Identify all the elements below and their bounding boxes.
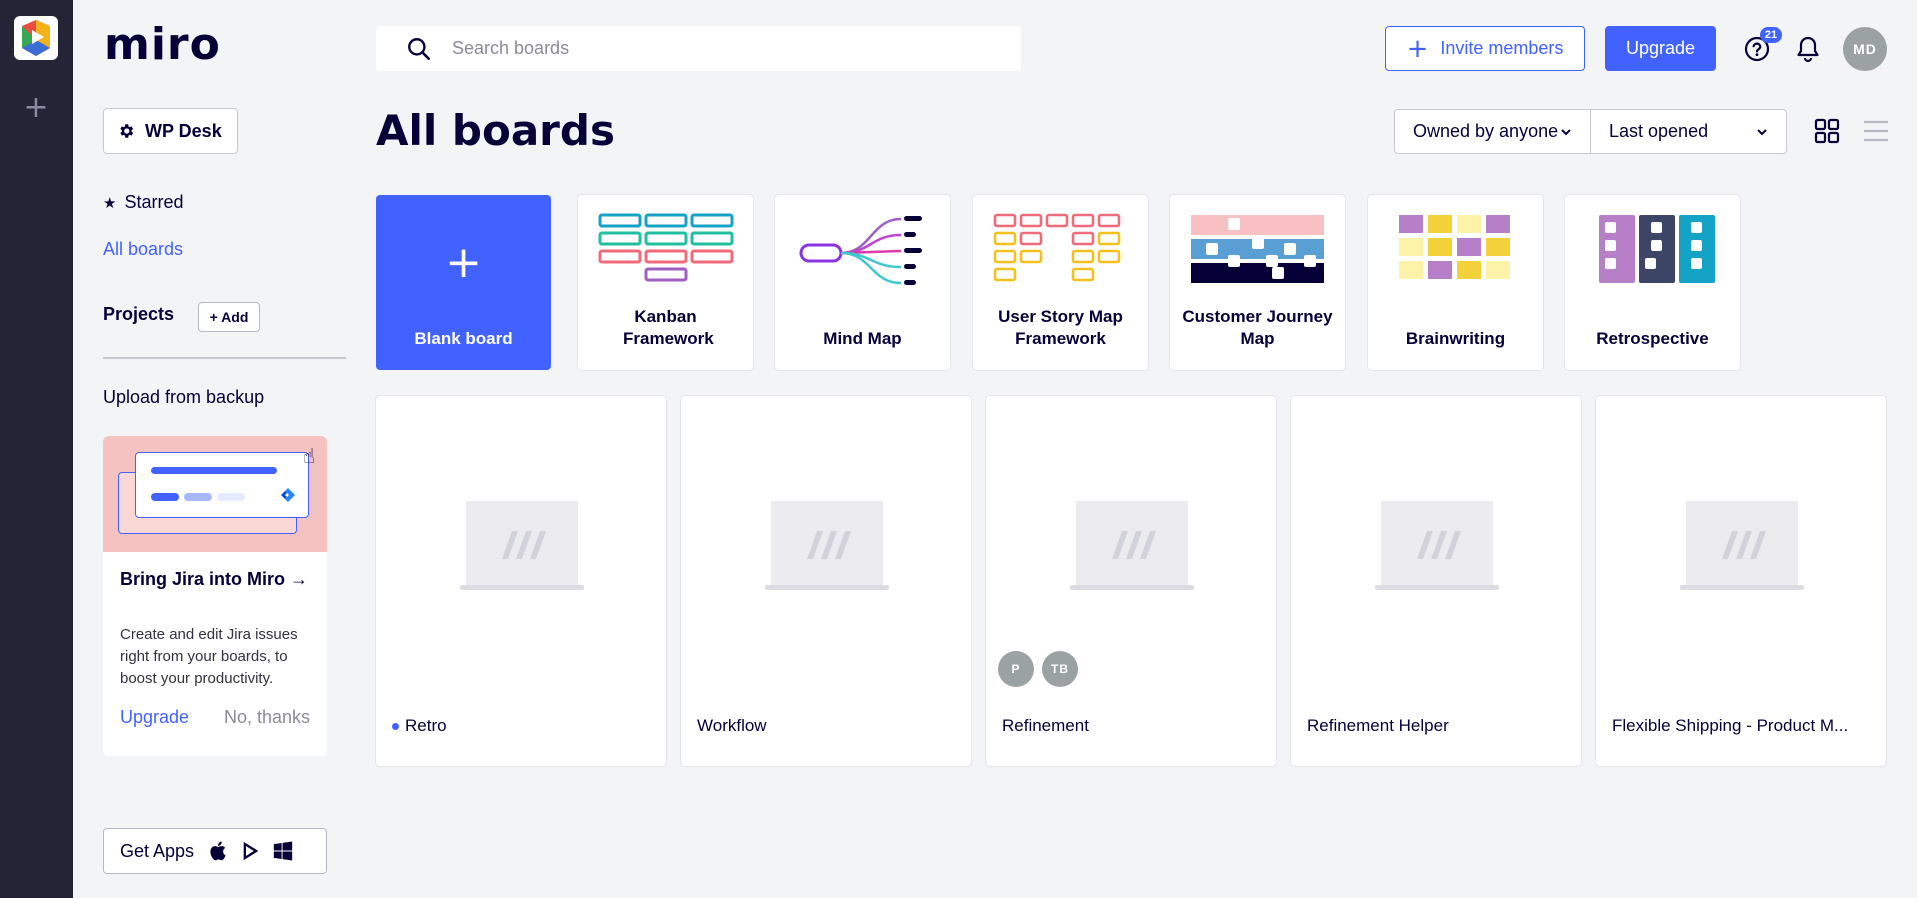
- board-placeholder-icon: [765, 501, 889, 590]
- workspace-logo[interactable]: [14, 16, 58, 60]
- chevron-down-icon: [1561, 128, 1571, 135]
- template-brainwriting[interactable]: Brainwriting: [1368, 195, 1543, 370]
- template-user-story-map[interactable]: User Story Map Framework: [973, 195, 1148, 370]
- chevron-down-icon: [1757, 128, 1767, 135]
- apple-icon: [210, 841, 226, 861]
- brainwriting-template-thumbnail: [1399, 215, 1510, 279]
- plus-icon: +: [445, 237, 482, 288]
- board-card[interactable]: Workflow: [681, 396, 971, 766]
- board-card[interactable]: Flexible Shipping - Product M...: [1596, 396, 1886, 766]
- collaborator-avatar[interactable]: TB: [1042, 651, 1078, 687]
- template-name: Mind Map: [823, 329, 902, 348]
- miro-logo[interactable]: miro: [104, 22, 221, 68]
- template-name: Retrospective: [1596, 329, 1709, 348]
- gear-icon: [120, 124, 134, 138]
- jira-promo-illustration: ☝: [103, 436, 327, 552]
- sort-value: Last opened: [1609, 121, 1709, 141]
- board-placeholder-icon: [1375, 501, 1499, 590]
- jira-promo-title: Bring Jira into Miro →: [120, 569, 309, 589]
- template-name: Brainwriting: [1405, 329, 1506, 348]
- mind-map-template-thumbnail: [799, 216, 922, 285]
- workspace-name: WP Desk: [145, 120, 222, 141]
- board-collaborators: P TB: [998, 651, 1078, 687]
- add-workspace-icon[interactable]: +: [22, 93, 50, 123]
- jira-dismiss-link[interactable]: No, thanks: [224, 707, 310, 728]
- template-name: Kanban Framework: [623, 307, 714, 348]
- sidebar-divider: [103, 357, 346, 359]
- sidebar-item-all-boards[interactable]: All boards: [103, 239, 183, 260]
- bell-icon[interactable]: [1795, 35, 1821, 63]
- kanban-template-thumbnail: [598, 213, 734, 282]
- board-filters: Owned by anyone Last opened: [1394, 109, 1787, 154]
- sidebar-item-label: Starred: [124, 192, 184, 212]
- board-placeholder-icon: [460, 501, 584, 590]
- user-story-map-template-thumbnail: [993, 213, 1121, 282]
- board-name: Retro: [392, 716, 447, 736]
- search-icon: [408, 37, 431, 60]
- sidebar-item-starred[interactable]: ★ Starred: [103, 192, 183, 213]
- google-play-icon: [243, 841, 259, 861]
- board-card[interactable]: Retro: [376, 396, 666, 766]
- add-project-button[interactable]: + Add: [198, 302, 260, 332]
- jira-promo-description: Create and edit Jira issues right from y…: [120, 626, 298, 687]
- jira-upgrade-link[interactable]: Upgrade: [120, 707, 189, 728]
- board-name-label: Flexible Shipping - Product M...: [1612, 716, 1849, 735]
- board-name-label: Refinement: [1002, 716, 1089, 735]
- sort-select[interactable]: Last opened: [1591, 110, 1786, 153]
- windows-icon: [273, 841, 293, 861]
- board-placeholder-icon: [1070, 501, 1194, 590]
- help-notification-badge: 21: [1760, 27, 1782, 43]
- invite-members-button[interactable]: + Invite members: [1385, 26, 1585, 71]
- template-name: Customer Journey Map: [1182, 307, 1333, 348]
- get-apps-button[interactable]: Get Apps: [103, 828, 327, 874]
- template-mind-map[interactable]: Mind Map: [775, 195, 950, 370]
- owner-filter-value: Owned by anyone: [1413, 121, 1559, 141]
- template-blank-board[interactable]: + Blank board: [376, 195, 551, 370]
- page-title: All boards: [376, 106, 615, 155]
- invite-members-label: Invite members: [1440, 38, 1564, 58]
- plus-icon: +: [1406, 33, 1429, 64]
- sidebar-item-label: All boards: [103, 239, 184, 259]
- board-name-label: Refinement Helper: [1307, 716, 1449, 735]
- collaborator-avatar[interactable]: P: [998, 651, 1034, 687]
- projects-heading: Projects: [103, 304, 175, 324]
- owner-filter-select[interactable]: Owned by anyone: [1395, 110, 1591, 153]
- template-name: Blank board: [414, 329, 513, 348]
- user-avatar[interactable]: MD: [1843, 27, 1887, 71]
- search-boards[interactable]: [376, 26, 1021, 71]
- retrospective-template-thumbnail: [1599, 215, 1715, 283]
- workspace-logo-icon: [22, 20, 50, 56]
- jira-promo-card: ☝ Bring Jira into Miro → Create and edit…: [103, 436, 327, 756]
- board-name-label: Retro: [405, 716, 447, 735]
- customer-journey-map-template-thumbnail: [1191, 215, 1324, 283]
- workspace-rail: +: [0, 0, 73, 898]
- star-icon: ★: [103, 194, 117, 212]
- board-card[interactable]: P TB Refinement: [986, 396, 1276, 766]
- workspace-settings-button[interactable]: WP Desk: [103, 108, 238, 154]
- upgrade-button[interactable]: Upgrade: [1605, 26, 1716, 71]
- template-name: User Story Map Framework: [998, 307, 1123, 348]
- board-placeholder-icon: [1680, 501, 1804, 590]
- jira-icon: [281, 488, 295, 502]
- hand-cursor-icon: ☝: [302, 446, 315, 468]
- unread-dot-icon: [392, 722, 399, 730]
- board-card[interactable]: Refinement Helper: [1291, 396, 1581, 766]
- upload-from-backup-link[interactable]: Upload from backup: [103, 387, 264, 408]
- template-retrospective[interactable]: Retrospective: [1565, 195, 1740, 370]
- list-view-icon[interactable]: [1863, 119, 1889, 143]
- template-kanban-framework[interactable]: Kanban Framework: [578, 195, 753, 370]
- get-apps-label: Get Apps: [120, 840, 195, 861]
- search-input[interactable]: [452, 38, 972, 59]
- grid-view-icon[interactable]: [1814, 118, 1840, 144]
- board-name-label: Workflow: [697, 716, 767, 735]
- template-customer-journey-map[interactable]: Customer Journey Map: [1170, 195, 1345, 370]
